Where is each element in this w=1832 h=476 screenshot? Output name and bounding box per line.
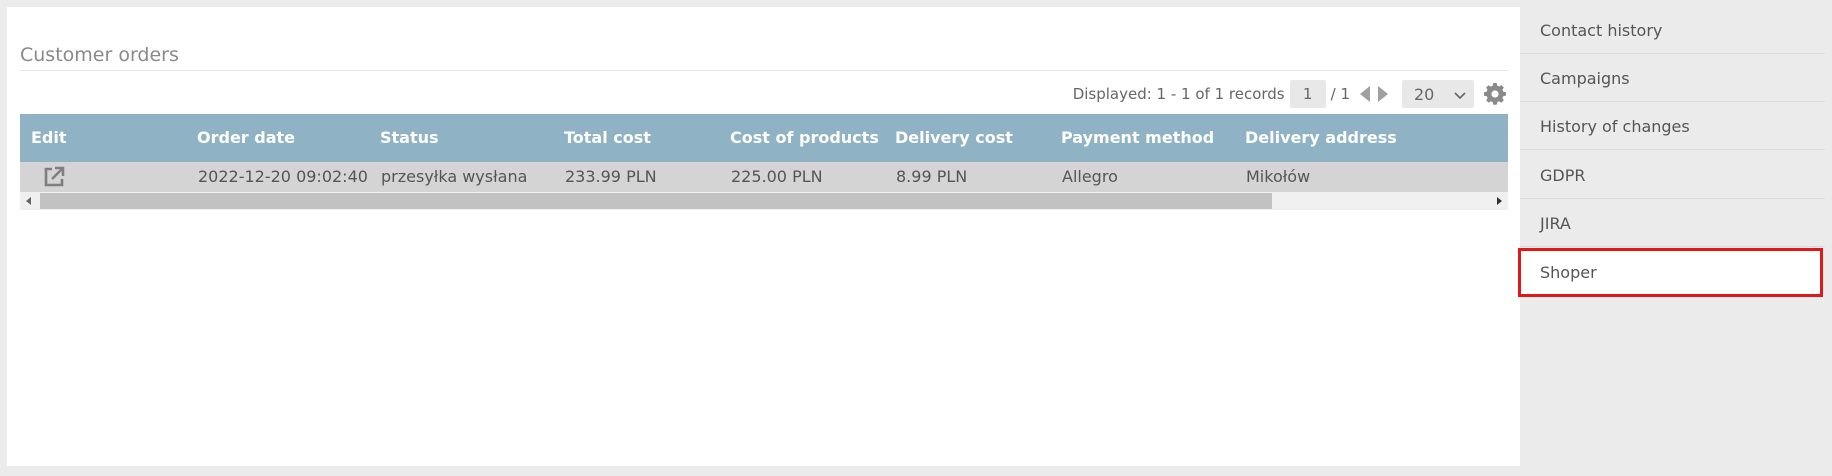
title-divider [20, 70, 1508, 71]
column-header-cost-of-products[interactable]: Cost of products [730, 114, 879, 162]
column-header-edit: Edit [31, 128, 67, 147]
page-number-input[interactable] [1289, 80, 1326, 108]
section-title: Customer orders [20, 44, 179, 66]
gear-icon[interactable] [1482, 81, 1508, 107]
chevron-down-icon [1454, 85, 1466, 104]
sidebar-item-shoper[interactable]: Shoper [1518, 248, 1823, 297]
column-header-delivery-address[interactable]: Delivery address [1245, 114, 1397, 162]
scroll-right-icon[interactable] [1490, 192, 1508, 210]
total-pages: / 1 [1330, 85, 1350, 103]
pagination-bar: Displayed: 1 - 1 of 1 records / 1 20 [1073, 78, 1508, 110]
per-page-value: 20 [1414, 84, 1435, 104]
scroll-left-icon[interactable] [20, 192, 38, 210]
next-page-icon[interactable] [1374, 80, 1392, 108]
cell-delivery-cost: 8.99 PLN [896, 167, 968, 186]
app: Customer orders Displayed: 1 - 1 of 1 re… [0, 0, 1832, 476]
column-header-delivery-cost[interactable]: Delivery cost [895, 114, 1013, 162]
records-count: Displayed: 1 - 1 of 1 records [1072, 85, 1285, 103]
per-page-select[interactable]: 20 [1402, 80, 1474, 108]
sidebar-item-contact-history[interactable]: Contact history [1520, 7, 1825, 54]
cell-payment-method: Allegro [1062, 167, 1118, 186]
cell-delivery-address: Mikołów [1246, 167, 1311, 186]
column-header-order-date[interactable]: Order date [197, 114, 295, 162]
orders-table: Edit Order date Status Total cost Cost o… [20, 114, 1508, 210]
cell-order-date: 2022-12-20 09:02:40 [198, 167, 368, 186]
sidebar-item-jira[interactable]: JIRA [1520, 200, 1825, 247]
sidebar: Contact history Campaigns History of cha… [1518, 7, 1825, 466]
column-header-total-cost[interactable]: Total cost [564, 114, 651, 162]
sidebar-item-campaigns[interactable]: Campaigns [1520, 55, 1825, 102]
cell-total-cost: 233.99 PLN [565, 167, 657, 186]
sidebar-item-gdpr[interactable]: GDPR [1520, 152, 1825, 199]
table-header: Edit Order date Status Total cost Cost o… [20, 114, 1508, 162]
external-link-icon[interactable] [43, 166, 65, 188]
prev-page-icon[interactable] [1356, 80, 1374, 108]
sidebar-item-history-of-changes[interactable]: History of changes [1520, 103, 1825, 150]
customer-orders-panel: Customer orders Displayed: 1 - 1 of 1 re… [7, 7, 1520, 466]
table-row: 2022-12-20 09:02:40 przesyłka wysłana 23… [20, 162, 1508, 192]
cell-status: przesyłka wysłana [381, 167, 528, 186]
cell-cost-of-products: 225.00 PLN [731, 167, 823, 186]
scrollbar-thumb[interactable] [40, 193, 1272, 209]
column-header-status[interactable]: Status [380, 114, 439, 162]
horizontal-scrollbar[interactable] [20, 192, 1508, 210]
column-header-payment-method[interactable]: Payment method [1061, 114, 1214, 162]
